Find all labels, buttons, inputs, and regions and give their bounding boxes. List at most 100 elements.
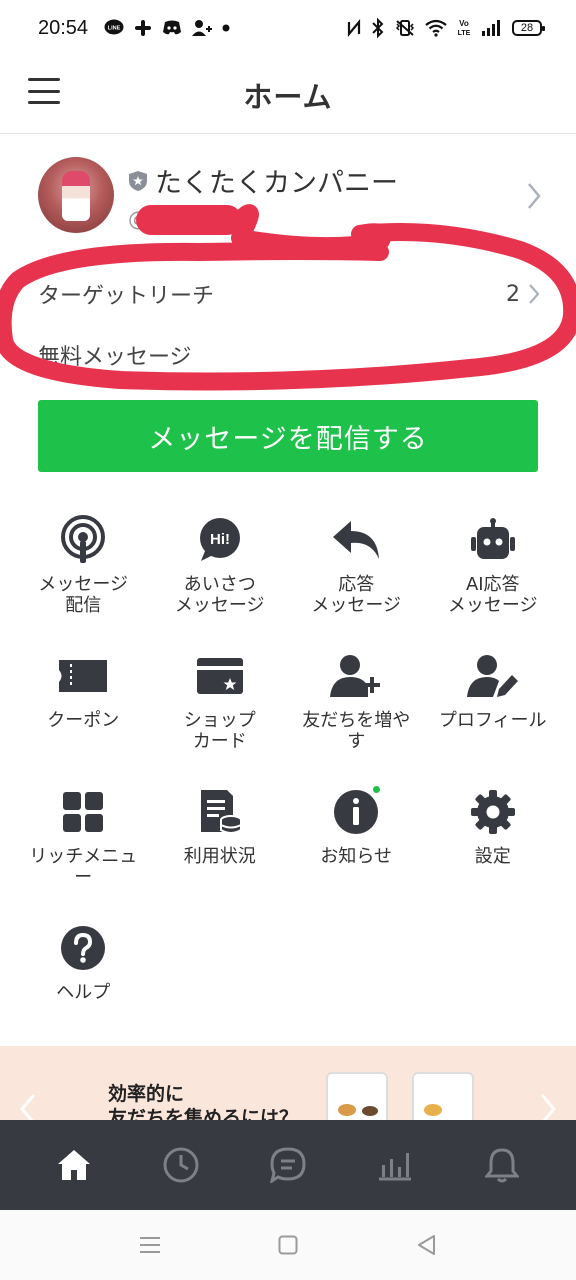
back-button[interactable] [412,1231,440,1259]
status-time: 20:54 [38,16,89,39]
menu-item-notices[interactable]: お知らせ [288,782,425,918]
chevron-right-icon[interactable] [538,1092,558,1122]
tab-analytics[interactable] [360,1130,430,1200]
bell-icon [485,1148,520,1183]
chevron-right-icon [528,183,541,209]
help-icon [55,918,111,978]
shield-icon [129,171,147,191]
home-icon [57,1150,90,1180]
free-message-label: 無料メッセージ [38,345,192,370]
free-message-row: 無料メッセージ [38,335,540,375]
chat-icon [269,1147,306,1183]
menu-item-greeting[interactable]: Hi! あいさつ メッセージ [152,510,289,646]
signal-icon [481,19,503,37]
menu-item-label: お知らせ [320,846,393,867]
menu-item-label: メッセージ 配信 [38,574,129,616]
send-message-button[interactable]: メッセージを配信する [38,400,538,472]
menu-item-coupon[interactable]: クーポン [15,646,152,782]
target-reach-row[interactable]: ターゲットリーチ 2 [38,274,540,314]
discord-icon [162,20,182,36]
usage-icon [192,782,248,842]
chevron-right-icon [529,284,540,304]
system-icons: Vo LTE 28 [346,18,545,38]
menu-item-label: 利用状況 [183,846,256,867]
redacted-account-id [136,205,242,235]
back-triangle-icon [418,1235,435,1255]
stats-icon [379,1153,412,1181]
home-button[interactable] [274,1231,302,1259]
tab-chat[interactable] [253,1130,323,1200]
line-icon: LINE [104,19,124,37]
svg-text:Vo: Vo [459,19,469,28]
menu-item-broadcast[interactable]: メッセージ 配信 [15,510,152,646]
vibrate-icon [394,19,416,37]
menu-item-settings[interactable]: 設定 [425,782,562,918]
bluetooth-icon [371,18,385,38]
menu-item-label: 応答 メッセージ [311,574,402,616]
square-icon [278,1235,298,1255]
menu-item-label: ショップ カード [183,710,256,752]
menu-item-ai-reply[interactable]: AI応答 メッセージ [425,510,562,646]
svg-text:Hi!: Hi! [210,531,230,548]
shop-card-icon [192,646,248,706]
system-navigation-bar [0,1210,576,1280]
menu-item-label: 友だちを増や す [302,710,411,752]
menu-item-label: クーポン [47,710,120,731]
bottom-tab-bar [0,1120,576,1210]
menu-item-profile[interactable]: プロフィール [425,646,562,782]
menu-item-label: AI応答 メッセージ [447,574,538,616]
menu-lines-icon [140,1237,160,1253]
notification-icons: LINE [104,19,230,37]
menu-item-label: プロフィール [438,710,547,731]
tab-timeline[interactable] [146,1130,216,1200]
menu-item-auto-reply[interactable]: 応答 メッセージ [288,510,425,646]
status-bar: 20:54 LINE Vo LTE 28 [0,0,576,56]
target-reach-label: ターゲットリーチ [38,284,215,309]
menu-item-add-friends[interactable]: 友だちを増や す [288,646,425,782]
reply-icon [328,510,384,570]
menu-item-rich-menu[interactable]: リッチメニュ ー [15,782,152,918]
slack-icon [134,19,152,37]
info-icon [328,782,384,842]
chevron-left-icon[interactable] [18,1092,38,1122]
clock-icon [163,1147,199,1183]
tab-home[interactable] [39,1130,109,1200]
menu-item-label: 設定 [474,846,511,867]
account-name: たくたくカンパニー [155,168,398,199]
nfc-icon [346,19,362,37]
menu-item-help[interactable]: ヘルプ [15,918,152,1054]
tab-notifications[interactable] [467,1130,537,1200]
dot-icon [222,24,230,32]
coupon-icon [55,646,111,706]
menu-item-label: ヘルプ [56,982,111,1003]
menu-item-shop-card[interactable]: ショップ カード [152,646,289,782]
phone-mockup-image [326,1072,388,1122]
recent-apps-button[interactable] [136,1231,164,1259]
svg-text:LINE: LINE [108,26,121,32]
greeting-icon: Hi! [192,510,248,570]
add-friend-icon [192,19,213,37]
add-friends-icon [328,646,384,706]
account-summary[interactable]: たくたくカンパニー @ [0,135,576,265]
profile-edit-icon [465,646,521,706]
svg-text:LTE: LTE [458,30,471,37]
promo-banner[interactable]: 効率的に 友だちを集めるには？ [0,1046,576,1122]
hamburger-icon[interactable] [28,78,60,104]
wifi-icon [425,19,447,37]
banner-text: 効率的に 友だちを集めるには？ [108,1083,299,1122]
settings-icon [465,782,521,842]
rich-menu-icon [55,782,111,842]
volte-icon: Vo LTE [456,18,472,38]
target-reach-value: 2 [506,281,520,307]
avatar [38,157,114,233]
app-header: ホーム [0,56,576,134]
menu-item-label: リッチメニュ ー [29,846,138,888]
phone-mockup-image [412,1072,474,1122]
menu-item-usage[interactable]: 利用状況 [152,782,289,918]
battery-indicator: 28 [512,20,545,36]
menu-item-label: あいさつ メッセージ [174,574,265,616]
feature-menu-grid: メッセージ 配信 Hi! あいさつ メッセージ 応答 メッセージ AI応答 メッ… [15,510,561,1054]
robot-icon [465,510,521,570]
broadcast-icon [55,510,111,570]
notification-dot [371,784,383,795]
